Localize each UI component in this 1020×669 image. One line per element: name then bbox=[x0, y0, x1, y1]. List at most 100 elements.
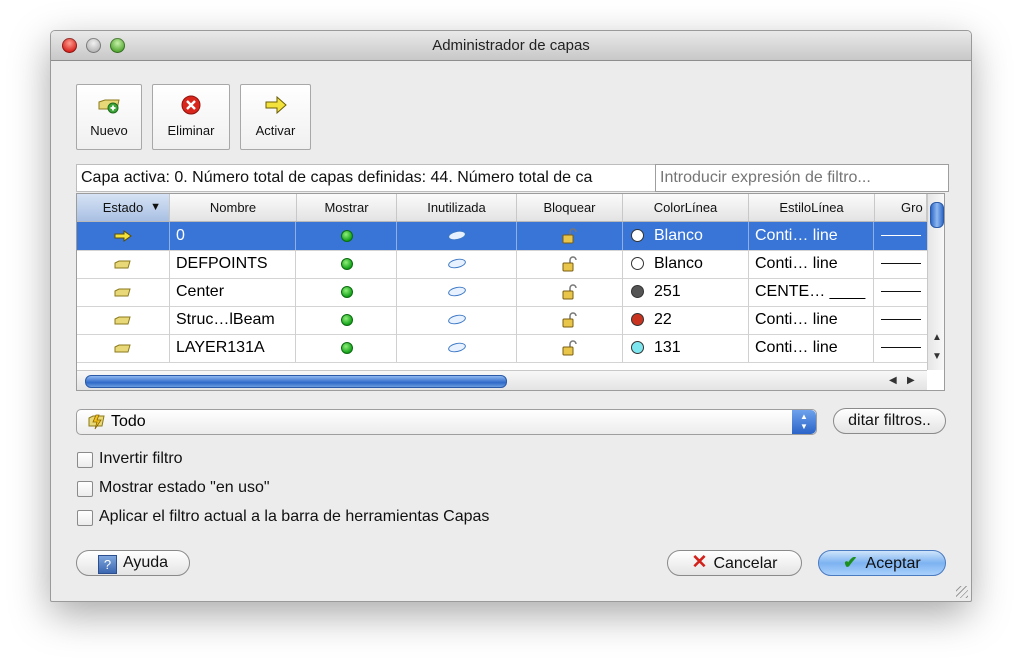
table-row[interactable]: DEFPOINTS Blanco Conti… line bbox=[77, 250, 928, 279]
cell-state[interactable] bbox=[77, 306, 170, 334]
arrow-right-icon bbox=[241, 95, 310, 115]
cell-state[interactable] bbox=[77, 334, 170, 362]
window-title: Administrador de capas bbox=[432, 37, 590, 54]
cell-frozen[interactable] bbox=[397, 250, 517, 278]
filter-expression-input[interactable] bbox=[655, 164, 949, 192]
active-layer-arrow-icon bbox=[113, 227, 133, 244]
cell-state[interactable] bbox=[77, 250, 170, 278]
unlock-icon bbox=[561, 227, 579, 244]
cell-lineweight[interactable] bbox=[875, 306, 928, 334]
horizontal-scroll-thumb[interactable] bbox=[85, 375, 507, 388]
column-header-colorlinea[interactable]: ColorLínea bbox=[623, 194, 749, 221]
resize-grip[interactable] bbox=[956, 586, 968, 598]
cell-state[interactable] bbox=[77, 278, 170, 306]
show-in-use-checkbox[interactable] bbox=[77, 481, 93, 497]
cell-lock[interactable] bbox=[517, 334, 623, 362]
table-row[interactable]: LAYER131A 131 Conti… line bbox=[77, 334, 928, 363]
cell-state[interactable] bbox=[77, 222, 170, 250]
cell-visible[interactable] bbox=[297, 222, 397, 250]
cell-linestyle[interactable]: Conti… line bbox=[749, 250, 874, 278]
column-header-bloquear[interactable]: Bloquear bbox=[517, 194, 623, 221]
title-bar[interactable]: Administrador de capas bbox=[51, 31, 971, 61]
cell-frozen[interactable] bbox=[397, 334, 517, 362]
scroll-up-arrow-icon[interactable]: ▲ bbox=[932, 332, 942, 343]
cell-visible[interactable] bbox=[297, 306, 397, 334]
column-header-grosor[interactable]: Gro bbox=[875, 194, 927, 221]
color-swatch bbox=[631, 341, 644, 355]
lineweight-line bbox=[881, 235, 921, 237]
color-swatch bbox=[631, 229, 644, 243]
cell-color[interactable]: 251 bbox=[623, 278, 749, 306]
unlock-icon bbox=[561, 339, 579, 356]
vertical-scroll-thumb[interactable] bbox=[930, 202, 944, 228]
column-header-estilolinea[interactable]: EstiloLínea bbox=[749, 194, 875, 221]
color-swatch bbox=[631, 285, 644, 299]
horizontal-scrollbar[interactable]: ◀ ▶ bbox=[77, 370, 927, 390]
cell-color[interactable]: 22 bbox=[623, 306, 749, 334]
cell-lineweight[interactable] bbox=[875, 250, 928, 278]
help-button[interactable]: ? Ayuda bbox=[76, 550, 190, 576]
cell-color[interactable]: 131 bbox=[623, 334, 749, 362]
cell-lineweight[interactable] bbox=[875, 278, 928, 306]
layers-table[interactable]: Estado ▼ Nombre Mostrar Inutilizada Bloq… bbox=[76, 193, 945, 391]
apply-filter-toolbar-label: Aplicar el filtro actual a la barra de h… bbox=[99, 508, 490, 525]
cell-linestyle[interactable]: CENTE… ____ bbox=[749, 278, 874, 306]
column-header-mostrar[interactable]: Mostrar bbox=[297, 194, 397, 221]
select-stepper-icon: ▲ ▼ bbox=[792, 410, 816, 434]
column-header-estado[interactable]: Estado ▼ bbox=[77, 194, 170, 221]
cell-lock[interactable] bbox=[517, 250, 623, 278]
lineweight-line bbox=[881, 263, 921, 265]
cell-lock[interactable] bbox=[517, 222, 623, 250]
thaw-icon bbox=[446, 229, 467, 243]
cell-name[interactable]: DEFPOINTS bbox=[170, 250, 296, 278]
layer-folder-icon bbox=[113, 255, 133, 272]
cell-linestyle[interactable]: Conti… line bbox=[749, 306, 874, 334]
cell-name[interactable]: 0 bbox=[170, 222, 296, 250]
new-layer-button[interactable]: Nuevo bbox=[76, 84, 142, 150]
column-header-inutilizada[interactable]: Inutilizada bbox=[397, 194, 517, 221]
delete-layer-button[interactable]: Eliminar bbox=[152, 84, 230, 150]
cell-visible[interactable] bbox=[297, 250, 397, 278]
layer-folder-icon bbox=[113, 339, 133, 356]
scroll-right-arrow-icon[interactable]: ▶ bbox=[907, 375, 915, 386]
cell-name[interactable]: LAYER131A bbox=[170, 334, 296, 362]
cell-frozen[interactable] bbox=[397, 306, 517, 334]
cell-visible[interactable] bbox=[297, 278, 397, 306]
invert-filter-label: Invertir filtro bbox=[99, 450, 183, 467]
activate-layer-button[interactable]: Activar bbox=[240, 84, 311, 150]
cell-frozen[interactable] bbox=[397, 278, 517, 306]
new-layer-icon bbox=[77, 95, 141, 115]
edit-filters-button[interactable]: ditar filtros.. bbox=[833, 408, 946, 434]
cell-linestyle[interactable]: Conti… line bbox=[749, 334, 874, 362]
visible-bulb-icon bbox=[340, 257, 353, 270]
table-row[interactable]: Center 251 CENTE… ____ bbox=[77, 278, 928, 307]
cell-linestyle[interactable]: Conti… line bbox=[749, 222, 874, 250]
cell-name[interactable]: Center bbox=[170, 278, 296, 306]
checkmark-icon: ✔ bbox=[843, 553, 858, 572]
visible-bulb-icon bbox=[340, 313, 353, 326]
scroll-down-arrow-icon[interactable]: ▼ bbox=[932, 351, 942, 362]
cell-lock[interactable] bbox=[517, 278, 623, 306]
scroll-left-arrow-icon[interactable]: ◀ bbox=[889, 375, 897, 386]
vertical-scrollbar[interactable]: ▲ ▼ bbox=[927, 194, 944, 370]
cell-color[interactable]: Blanco bbox=[623, 222, 749, 250]
filter-select[interactable]: Todo ▲ ▼ bbox=[76, 409, 817, 435]
cell-lineweight[interactable] bbox=[875, 334, 928, 362]
thaw-icon bbox=[446, 257, 467, 271]
cancel-button[interactable]: ✕ Cancelar bbox=[667, 550, 802, 576]
invert-filter-checkbox[interactable] bbox=[77, 452, 93, 468]
accept-button[interactable]: ✔ Aceptar bbox=[818, 550, 946, 576]
table-row[interactable]: 0 Blanco Conti… line bbox=[77, 222, 928, 251]
cell-lock[interactable] bbox=[517, 306, 623, 334]
cell-frozen[interactable] bbox=[397, 222, 517, 250]
cell-lineweight[interactable] bbox=[875, 222, 928, 250]
cell-visible[interactable] bbox=[297, 334, 397, 362]
thaw-icon bbox=[446, 313, 467, 327]
filter-lightning-icon bbox=[87, 412, 107, 438]
cell-name[interactable]: Struc…lBeam bbox=[170, 306, 296, 334]
filter-select-value: Todo bbox=[111, 413, 146, 430]
cell-color[interactable]: Blanco bbox=[623, 250, 749, 278]
table-row[interactable]: Struc…lBeam 22 Conti… line bbox=[77, 306, 928, 335]
column-header-nombre[interactable]: Nombre bbox=[170, 194, 297, 221]
apply-filter-toolbar-checkbox[interactable] bbox=[77, 510, 93, 526]
